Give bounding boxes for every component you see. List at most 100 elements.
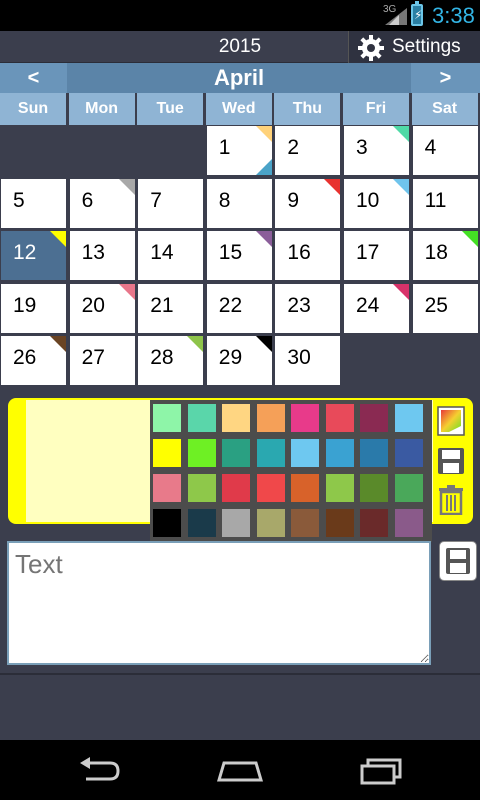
color-picker-icon[interactable] [437,406,465,436]
calendar-day-25[interactable]: 25 [411,282,479,334]
calendar-day-21[interactable]: 21 [137,282,205,334]
day-number: 5 [13,188,25,212]
calendar-day-8[interactable]: 8 [205,177,273,229]
settings-button[interactable]: Settings [348,31,480,63]
color-swatch[interactable] [153,439,181,467]
month-title: April [213,65,265,90]
recents-icon[interactable] [358,757,404,785]
calendar-day-7[interactable]: 7 [137,177,205,229]
note-flag-icon [324,178,341,195]
color-swatch[interactable] [360,474,388,502]
calendar-day-17[interactable]: 17 [343,230,410,282]
calendar-day-29[interactable]: 29 [205,335,273,387]
color-palette [150,400,432,542]
calendar-day-6[interactable]: 6 [68,177,136,229]
calendar-day-26[interactable]: 26 [0,335,67,387]
calendar-day-10[interactable]: 10 [343,177,410,229]
color-swatch[interactable] [394,509,423,537]
calendar-day-5[interactable]: 5 [0,177,67,229]
day-number: 22 [218,293,243,317]
note-flag-icon [50,336,66,353]
day-number: 14 [150,241,174,265]
day-number: 28 [150,346,174,370]
prev-month-button[interactable]: < [0,63,67,93]
color-swatch[interactable] [325,474,354,502]
calendar-day-2[interactable]: 2 [274,125,342,176]
calendar-day-15[interactable]: 15 [205,230,273,282]
weekday-thu: Thu [274,93,342,125]
color-swatch[interactable] [256,439,285,467]
color-swatch[interactable] [187,474,216,502]
day-number: 16 [287,241,311,265]
gear-icon [358,35,384,61]
calendar-day-4[interactable]: 4 [411,125,479,176]
color-swatch[interactable] [153,404,181,432]
note-flag-icon [393,283,409,300]
calendar-day-12[interactable]: 12 [0,230,67,282]
color-swatch[interactable] [256,474,285,502]
calendar-day-14[interactable]: 14 [137,230,205,282]
calendar-day-19[interactable]: 19 [0,282,67,334]
color-swatch[interactable] [325,404,354,432]
color-swatch[interactable] [222,439,250,467]
calendar-day-3[interactable]: 3 [343,125,410,176]
calendar-day-11[interactable]: 11 [411,177,479,229]
calendar-day-20[interactable]: 20 [68,282,136,334]
trash-icon[interactable] [438,485,464,515]
color-swatch[interactable] [325,439,354,467]
color-swatch[interactable] [291,509,319,537]
calendar-day-22[interactable]: 22 [205,282,273,334]
color-swatch[interactable] [291,474,319,502]
calendar-day-24[interactable]: 24 [343,282,410,334]
calendar-day-16[interactable]: 16 [274,230,342,282]
back-icon[interactable] [78,757,122,783]
day-number: 19 [13,293,37,317]
color-swatch[interactable] [360,404,388,432]
color-swatch[interactable] [394,404,423,432]
calendar-day-23[interactable]: 23 [274,282,342,334]
day-number: 25 [424,293,448,317]
day-number: 7 [150,188,162,212]
color-swatch[interactable] [291,439,319,467]
color-swatch[interactable] [394,439,423,467]
calendar-day-28[interactable]: 28 [137,335,205,387]
note-flag-icon [393,178,409,195]
calendar-day-27[interactable]: 27 [68,335,136,387]
day-number: 27 [81,346,105,370]
month-bar: < April > [0,63,480,93]
color-swatch[interactable] [153,509,181,537]
note-text-input[interactable] [7,541,431,665]
day-number: 30 [287,346,311,370]
color-swatch[interactable] [222,404,250,432]
weekday-sun: Sun [0,93,67,125]
color-swatch[interactable] [187,404,216,432]
color-swatch[interactable] [187,509,216,537]
color-swatch[interactable] [394,474,423,502]
weekday-tue: Tue [137,93,205,125]
note-flag-icon [255,231,272,248]
calendar-day-13[interactable]: 13 [68,230,136,282]
color-swatch[interactable] [222,509,250,537]
system-nav-bar [0,740,480,800]
color-swatch[interactable] [187,439,216,467]
color-swatch[interactable] [291,404,319,432]
day-number: 18 [424,241,448,265]
calendar-day-30[interactable]: 30 [274,335,342,387]
color-swatch[interactable] [256,509,285,537]
day-number: 10 [356,188,380,212]
calendar-day-18[interactable]: 18 [411,230,479,282]
save-note-icon[interactable] [437,447,465,475]
next-month-button[interactable]: > [411,63,480,93]
save-text-button[interactable] [439,541,477,581]
day-number: 29 [218,346,243,370]
color-swatch[interactable] [153,474,181,502]
color-swatch[interactable] [222,474,250,502]
color-swatch[interactable] [256,404,285,432]
color-swatch[interactable] [360,509,388,537]
day-number: 11 [424,188,447,212]
color-swatch[interactable] [360,439,388,467]
calendar-day-9[interactable]: 9 [274,177,342,229]
home-icon[interactable] [216,757,264,783]
calendar-day-1[interactable]: 1 [205,125,273,176]
color-swatch[interactable] [325,509,354,537]
